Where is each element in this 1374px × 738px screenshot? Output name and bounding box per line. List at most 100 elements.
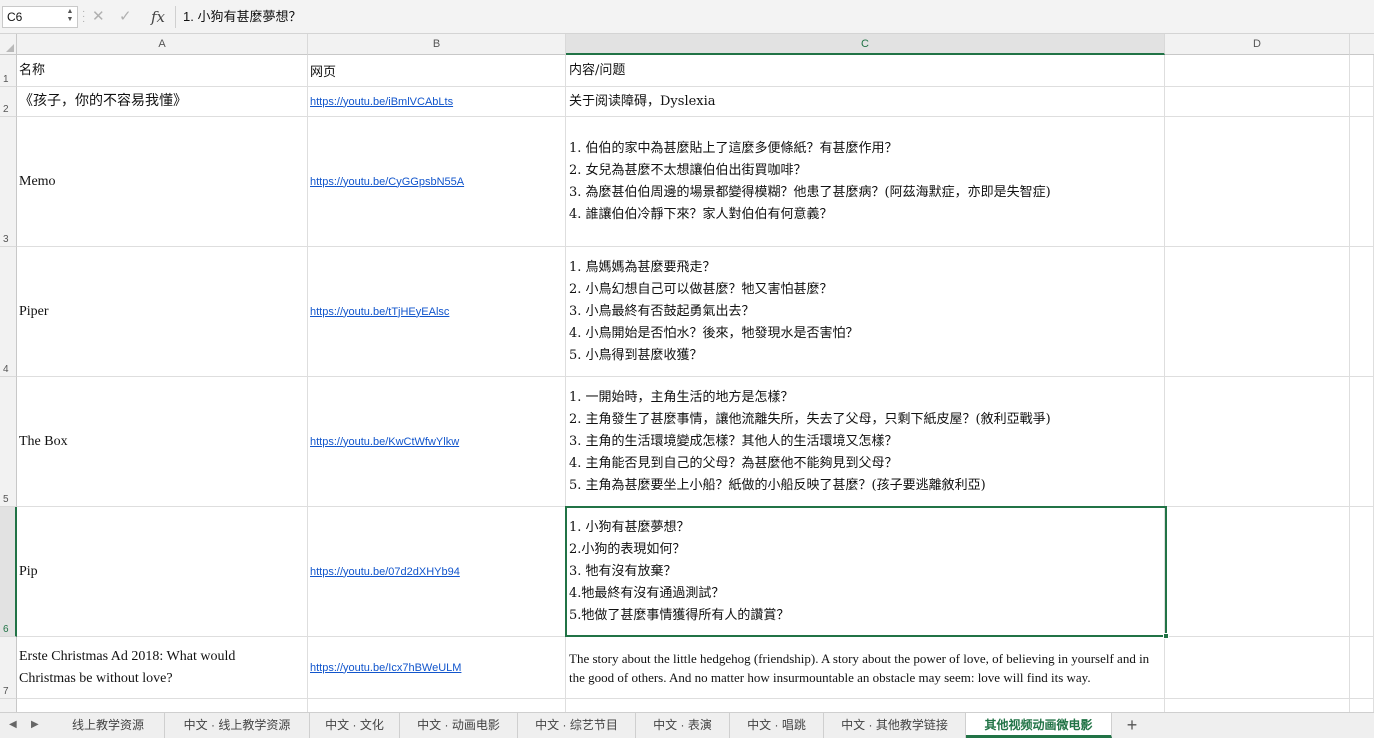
empty-cell[interactable] [308,699,566,712]
cell-text: 名称 [19,62,46,78]
column-header-e[interactable] [1350,34,1374,55]
cell-e3[interactable] [1350,117,1374,247]
cell-a4[interactable]: Piper [17,247,308,377]
row-header[interactable]: 5 [0,377,17,507]
cell-line: 2. 女兒為甚麼不太想讓伯伯出街買咖啡？ [569,162,807,178]
cell-a1[interactable]: 名称 [17,55,308,87]
row-header[interactable]: 7 [0,637,17,699]
cell-text: The Box [19,433,68,449]
cell-b5[interactable]: https://youtu.be/KwCtWfwYlkw [308,377,566,507]
video-link[interactable]: https://youtu.be/07d2dXHYb94 [310,566,565,578]
function-icon[interactable]: fx [151,7,165,27]
cell-c5[interactable]: 1. 一開始時，主角生活的地方是怎樣？ 2. 主角發生了甚麼事情，讓他流離失所，失… [566,377,1165,507]
cell-b3[interactable]: https://youtu.be/CyGGpsbN55A [308,117,566,247]
cell-c4[interactable]: 1. 鳥媽媽為甚麼要飛走？ 2. 小鳥幻想自己可以做甚麼？牠又害怕甚麼？ 3. 小鳥… [566,247,1165,377]
cell-e1[interactable] [1350,55,1374,87]
row-header[interactable]: 1 [0,55,17,87]
cell-e4[interactable] [1350,247,1374,377]
cell-c6[interactable]: 1. 小狗有甚麼夢想？ 2.小狗的表現如何？ 3. 牠有沒有放棄？ 4.牠最終有沒有通… [566,507,1165,637]
sheet-tab[interactable]: 中文 · 唱跳 [730,713,824,738]
table-row: 7 Erste Christmas Ad 2018: What would Chri… [0,637,1374,699]
cell-c2[interactable]: 关于阅读障碍，Dyslexia [566,87,1165,117]
sheet-tab[interactable]: 其他视频动画微电影 [966,713,1112,738]
cell-line: 3. 小鳥最終有否鼓起勇氣出去？ [569,303,755,319]
cell-d2[interactable] [1165,87,1350,117]
cell-b1[interactable]: 网页 [308,55,566,87]
cell-b4[interactable]: https://youtu.be/tTjHEyEAlsc [308,247,566,377]
drag-handle-icon[interactable]: · · · [82,7,86,27]
sheet-tab[interactable]: 中文 · 综艺节目 [518,713,636,738]
cell-line: 5.牠做了甚麼事情獲得所有人的讚賞？ [569,607,790,623]
cell-d7[interactable] [1165,637,1350,699]
row-number: 3 [3,234,9,245]
cell-d4[interactable] [1165,247,1350,377]
column-header-c[interactable]: C [566,34,1165,55]
cell-a5[interactable]: The Box [17,377,308,507]
cell-a3[interactable]: Memo [17,117,308,247]
cell-text: Piper [19,303,49,319]
check-icon[interactable]: ✓ [119,7,132,27]
sheet-tab[interactable]: 中文 · 动画电影 [400,713,518,738]
cell-line: 5. 小鳥得到甚麼收獲？ [569,347,703,363]
sheet-tab[interactable]: 中文 · 其他教学链接 [824,713,966,738]
row-number: 6 [3,624,9,635]
row-number: 2 [3,104,9,115]
name-box[interactable]: C6 ▲ ▼ [2,6,78,28]
column-header-b[interactable]: B [308,34,566,55]
sheet-tab[interactable]: 线上教学资源 [52,713,165,738]
cell-c3[interactable]: 1. 伯伯的家中為甚麼貼上了這麼多便條紙？有甚麼作用？ 2. 女兒為甚麼不太想讓伯… [566,117,1165,247]
cell-e7[interactable] [1350,637,1374,699]
row-header[interactable] [0,699,17,712]
cell-c1[interactable]: 内容/问题 [566,55,1165,87]
video-link[interactable]: https://youtu.be/tTjHEyEAlsc [310,306,565,318]
name-box-stepper-icon[interactable]: ▲ ▼ [66,8,74,26]
row-number: 7 [3,686,9,697]
cell-b6[interactable]: https://youtu.be/07d2dXHYb94 [308,507,566,637]
cell-line: 2. 主角發生了甚麼事情，讓他流離失所，失去了父母，只剩下紙皮屋？(敘利亞戰爭) [569,411,1051,427]
row-header[interactable]: 3 [0,117,17,247]
cell-d1[interactable] [1165,55,1350,87]
formula-input[interactable]: 1. 小狗有甚麼夢想？ [183,6,301,28]
cell-text: Pip [19,563,38,579]
cell-b2[interactable]: https://youtu.be/iBmlVCAbLts [308,87,566,117]
close-icon[interactable]: ✕ [92,7,105,27]
formula-bar: C6 ▲ ▼ · · · ✕ ✓ fx 1. 小狗有甚麼夢想？ [0,0,1374,34]
cell-line: 关于阅读障碍，Dyslexia [569,93,716,109]
cell-b7[interactable]: https://youtu.be/Icx7hBWeULM [308,637,566,699]
cell-e6[interactable] [1350,507,1374,637]
cell-a7[interactable]: Erste Christmas Ad 2018: What would Chris… [17,637,308,699]
row-header[interactable]: 6 [0,507,17,637]
sheet-tab[interactable]: 中文 · 表演 [636,713,730,738]
cell-e2[interactable] [1350,87,1374,117]
add-sheet-button[interactable]: + [1122,714,1142,736]
cell-d6[interactable] [1165,507,1350,637]
row-header[interactable]: 4 [0,247,17,377]
prev-sheet-icon[interactable]: ◀ [9,719,17,730]
video-link[interactable]: https://youtu.be/KwCtWfwYlkw [310,436,565,448]
cell-d3[interactable] [1165,117,1350,247]
cell-d5[interactable] [1165,377,1350,507]
row-header[interactable]: 2 [0,87,17,117]
column-header-d[interactable]: D [1165,34,1350,55]
table-row: 5 The Box https://youtu.be/KwCtWfwYlkw 1. 一… [0,377,1374,507]
cell-e5[interactable] [1350,377,1374,507]
cell-c7[interactable]: The story about the little hedgehog (fri… [566,637,1165,699]
cell-a2[interactable]: 《孩子，你的不容易我懂》 [17,87,308,117]
cell-text: Erste Christmas Ad 2018: What would [19,648,236,664]
empty-cell[interactable] [1350,699,1374,712]
select-all-corner[interactable] [0,34,17,55]
video-link[interactable]: https://youtu.be/Icx7hBWeULM [310,662,565,674]
empty-cell[interactable] [17,699,308,712]
sheet-tab[interactable]: 中文 · 文化 [310,713,400,738]
empty-cell[interactable] [566,699,1165,712]
video-link[interactable]: https://youtu.be/iBmlVCAbLts [310,96,565,108]
empty-cell[interactable] [1165,699,1350,712]
table-row: 1 名称 网页 内容/问题 [0,55,1374,87]
sheet-tab[interactable]: 中文 · 线上教学资源 [165,713,310,738]
cell-a6[interactable]: Pip [17,507,308,637]
next-sheet-icon[interactable]: ▶ [31,719,39,730]
spreadsheet-grid[interactable]: A B C D 1 名称 网页 内容/问题 2 《孩子，你的不容易我懂》 https://y… [0,34,1374,712]
cell-line: 内容/问题 [569,62,626,78]
video-link[interactable]: https://youtu.be/CyGGpsbN55A [310,176,565,188]
column-header-a[interactable]: A [17,34,308,55]
